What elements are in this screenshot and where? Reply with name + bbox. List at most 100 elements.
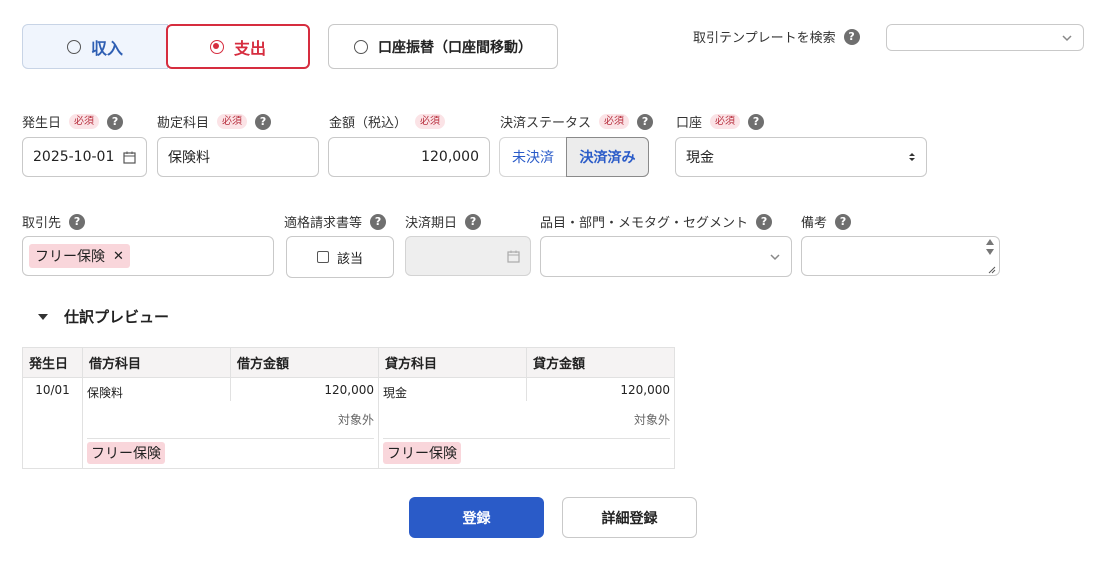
account-item-value: 保険料: [168, 150, 210, 166]
caret-down-icon: [38, 313, 48, 320]
invoice-label: 適格請求書等: [284, 216, 363, 231]
help-icon[interactable]: ?: [756, 213, 773, 230]
select-arrows-icon: [909, 153, 915, 161]
debit-partner-tag: フリー保険: [87, 442, 165, 464]
account-item-label: 勘定科目: [157, 116, 210, 131]
close-icon[interactable]: ✕: [113, 249, 124, 264]
chevron-down-icon: [1062, 34, 1072, 41]
template-search-select[interactable]: [886, 24, 1084, 51]
required-badge: 必須: [599, 114, 630, 129]
required-badge: 必須: [69, 114, 100, 129]
account-item-label-group: 勘定科目 必須 ?: [157, 112, 272, 131]
help-icon[interactable]: ?: [69, 213, 86, 230]
checkbox[interactable]: [316, 251, 329, 263]
due-date-input: [405, 236, 531, 276]
row-credit-partner-cell: フリー保険: [378, 435, 675, 469]
partner-label-group: 取引先 ?: [22, 212, 86, 231]
table-row: 10/01 保険料 120,000 現金 120,000: [22, 377, 675, 469]
template-search-label-group: 取引テンプレートを検索 ?: [693, 27, 860, 46]
radio-selected-icon: [209, 39, 224, 54]
row-debit-tax: 対象外: [82, 401, 379, 435]
tab-transfer-label: 口座振替（口座間移動）: [378, 39, 532, 56]
row-credit-account: 現金: [378, 377, 527, 401]
required-badge: 必須: [710, 114, 741, 129]
date-label-group: 発生日 必須 ?: [22, 112, 124, 131]
segments-label: 品目・部門・メモタグ・セグメント: [540, 216, 749, 231]
credit-partner-tag: フリー保険: [383, 442, 461, 464]
status-toggle: 未決済 決済済み: [499, 137, 649, 177]
date-input[interactable]: 2025-10-01: [22, 137, 147, 177]
help-icon[interactable]: ?: [255, 113, 272, 130]
partner-label: 取引先: [22, 216, 62, 231]
preview-toggle[interactable]: 仕訳プレビュー: [38, 306, 169, 327]
wallet-select[interactable]: 現金: [675, 137, 927, 177]
wallet-label: 口座: [676, 116, 703, 131]
invoice-checkbox-field[interactable]: 該当: [286, 236, 394, 278]
help-icon[interactable]: ?: [748, 113, 765, 130]
header-credit-account: 貸方科目: [378, 347, 527, 378]
wallet-value: 現金: [686, 150, 714, 166]
amount-label: 金額（税込）: [329, 116, 408, 131]
account-item-input[interactable]: 保険料: [157, 137, 319, 177]
header-credit-amount: 貸方金額: [526, 347, 675, 378]
register-button[interactable]: 登録: [409, 497, 544, 538]
amount-label-group: 金額（税込） 必須: [329, 112, 446, 131]
preview-title: 仕訳プレビュー: [64, 308, 170, 326]
tab-transfer[interactable]: 口座振替（口座間移動）: [328, 24, 558, 69]
resize-spinner-icon[interactable]: [983, 237, 997, 277]
header-debit-amount: 借方金額: [230, 347, 379, 378]
status-label: 決済ステータス: [500, 116, 592, 131]
segments-select[interactable]: [540, 236, 792, 277]
amount-value: 120,000: [421, 149, 479, 165]
radio-icon: [354, 39, 368, 54]
help-icon[interactable]: ?: [465, 213, 482, 230]
amount-input[interactable]: 120,000: [328, 137, 490, 177]
status-option-unpaid[interactable]: 未決済: [499, 137, 566, 177]
status-option-paid[interactable]: 決済済み: [566, 137, 649, 177]
row-debit-amount: 120,000: [230, 377, 379, 401]
partner-tag: フリー保険 ✕: [29, 244, 130, 268]
required-badge: 必須: [415, 114, 446, 129]
help-icon[interactable]: ?: [370, 213, 387, 230]
date-label: 発生日: [22, 116, 62, 131]
calendar-icon[interactable]: [123, 151, 136, 164]
header-date: 発生日: [22, 347, 83, 378]
template-search-label: 取引テンプレートを検索: [693, 31, 836, 46]
radio-icon: [66, 39, 81, 54]
journal-preview-table: 発生日 借方科目 借方金額 貸方科目 貸方金額 10/01 保険料 120,00…: [22, 347, 675, 469]
memo-label-group: 備考 ?: [801, 212, 852, 231]
row-debit-account: 保険料: [82, 377, 231, 401]
table-row-tax: 対象外 対象外: [23, 401, 675, 435]
row-debit-partner-cell: フリー保険: [82, 435, 379, 469]
memo-label: 備考: [801, 216, 828, 231]
partner-tag-label: フリー保険: [35, 249, 105, 265]
status-label-group: 決済ステータス 必須 ?: [500, 112, 654, 131]
help-icon[interactable]: ?: [835, 213, 852, 230]
tab-expense-label: 支出: [233, 38, 266, 58]
invoice-checkbox-label: 該当: [336, 251, 363, 267]
required-badge: 必須: [217, 114, 248, 129]
tab-income-label: 収入: [90, 38, 123, 58]
wallet-label-group: 口座 必須 ?: [676, 112, 765, 131]
help-icon[interactable]: ?: [637, 113, 654, 130]
row-credit-tax: 対象外: [378, 401, 675, 435]
tab-income[interactable]: 収入: [22, 24, 168, 69]
invoice-label-group: 適格請求書等 ?: [284, 212, 387, 231]
due-date-label-group: 決済期日 ?: [405, 212, 482, 231]
calendar-icon: [507, 250, 520, 263]
table-row-partner: フリー保険 フリー保険: [23, 435, 675, 469]
row-credit-amount: 120,000: [526, 377, 675, 401]
help-icon[interactable]: ?: [843, 28, 860, 45]
header-debit-account: 借方科目: [82, 347, 231, 378]
date-value: 2025-10-01: [33, 149, 115, 165]
tab-expense[interactable]: 支出: [166, 24, 310, 69]
segments-label-group: 品目・部門・メモタグ・セグメント ?: [540, 212, 773, 231]
memo-input[interactable]: [801, 236, 1000, 276]
help-icon[interactable]: ?: [107, 113, 124, 130]
row-date: 10/01: [22, 377, 83, 469]
table-header-row: 発生日 借方科目 借方金額 貸方科目 貸方金額: [22, 347, 675, 378]
due-date-label: 決済期日: [405, 216, 458, 231]
partner-input[interactable]: フリー保険 ✕: [22, 236, 274, 276]
detail-register-button[interactable]: 詳細登録: [562, 497, 697, 538]
chevron-down-icon: [770, 253, 780, 260]
